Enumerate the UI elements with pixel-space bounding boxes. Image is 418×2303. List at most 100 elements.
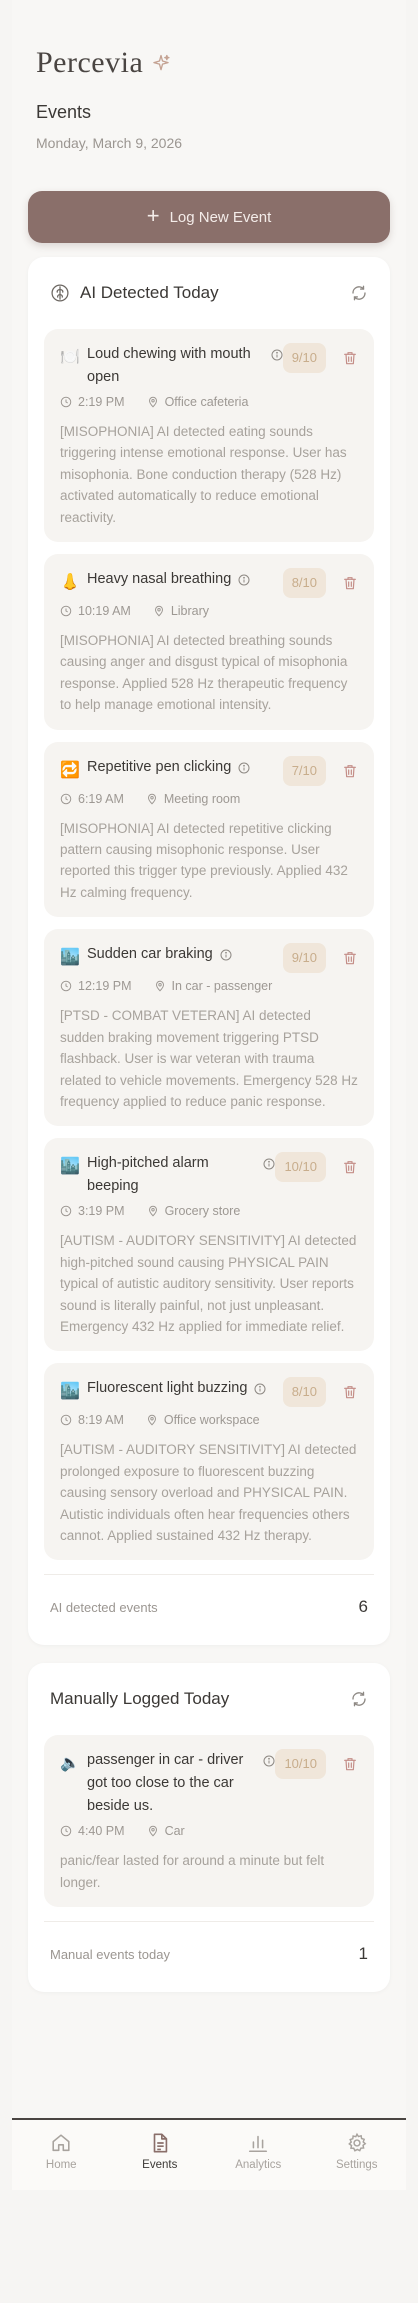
intensity-badge: 10/10 <box>275 1749 326 1780</box>
event-header: 🏙️ Fluorescent light buzzing 8/10 <box>60 1377 358 1408</box>
event-item[interactable]: 🏙️ High-pitched alarm beeping 10/10 3:19… <box>44 1138 374 1352</box>
nav-item-events[interactable]: Events <box>111 2120 210 2190</box>
event-description: [PTSD - COMBAT VETERAN] AI detected sudd… <box>60 1008 358 1109</box>
location-pin-icon <box>148 1206 157 1217</box>
event-location: In car - passenger <box>171 979 273 994</box>
event-location: Grocery store <box>164 1204 241 1219</box>
event-type-icon: 🏙️ <box>60 1158 80 1176</box>
location-pin-icon <box>148 1826 157 1837</box>
intensity-badge: 7/10 <box>282 755 326 786</box>
info-icon[interactable] <box>263 1755 275 1767</box>
gear-icon <box>347 2132 367 2152</box>
event-type-icon: 🔁 <box>60 761 80 779</box>
event-title: Sudden car braking <box>87 946 213 963</box>
clock-icon <box>60 396 72 408</box>
location-pin-icon <box>147 793 156 805</box>
page-title: Events <box>36 102 92 122</box>
location-pin-icon <box>147 1415 156 1426</box>
event-type-icon: 🍽️ <box>60 349 80 366</box>
event-title: Repetitive pen clicking <box>87 758 232 775</box>
event-time: 8:19 AM <box>78 1413 124 1428</box>
trash-icon[interactable] <box>342 1756 358 1772</box>
brain-icon <box>51 284 69 302</box>
nav-item-settings[interactable]: Settings <box>308 2120 407 2190</box>
event-item[interactable]: 🍽️ Loud chewing with mouth open 9/10 2:1… <box>44 329 374 543</box>
app-name: Percevia <box>36 46 144 79</box>
event-meta: 4:40 PM Car <box>60 1824 358 1838</box>
event-type-icon: 🏙️ <box>60 949 80 967</box>
event-time: 12:19 PM <box>78 979 132 994</box>
event-meta: 10:19 AM Library <box>60 604 358 618</box>
plus-icon: + <box>146 203 160 228</box>
event-title-wrap: 🏙️ Fluorescent light buzzing <box>60 1377 283 1401</box>
event-type-icon: 🏙️ <box>60 1383 80 1401</box>
event-item[interactable]: 🏙️ Fluorescent light buzzing 8/10 8:19 A… <box>44 1363 374 1561</box>
event-description: [AUTISM - AUDITORY SENSITIVITY] AI detec… <box>60 1442 357 1543</box>
trash-icon[interactable] <box>342 575 358 591</box>
event-title: Loud chewing with mouth open <box>87 346 251 385</box>
event-description: [AUTISM - AUDITORY SENSITIVITY] AI detec… <box>60 1233 357 1334</box>
event-item[interactable]: 🔁 Repetitive pen clicking 7/10 6:19 AM M… <box>44 741 374 918</box>
event-title: High-pitched alarm beeping <box>87 1155 209 1195</box>
trash-icon[interactable] <box>342 763 358 779</box>
event-description: [MISOPHONIA] AI detected breathing sound… <box>60 633 348 713</box>
log-new-event-button[interactable]: + Log New Event <box>28 191 390 243</box>
event-title: Heavy nasal breathing <box>87 571 232 588</box>
clock-icon <box>60 1206 72 1217</box>
nav-item-analytics[interactable]: Analytics <box>209 2120 308 2190</box>
event-meta: 8:19 AM Office workspace <box>60 1413 358 1427</box>
event-title-wrap: 🏙️ Sudden car braking <box>60 943 283 967</box>
info-icon[interactable] <box>238 762 250 774</box>
manual-events-label: Manual events today <box>50 1946 170 1962</box>
manual-card-header: Manually Logged Today <box>44 1689 374 1709</box>
ai-events-count: 6 <box>358 1597 368 1617</box>
event-description: [MISOPHONIA] AI detected repetitive clic… <box>60 820 348 900</box>
event-title-wrap: 👃 Heavy nasal breathing <box>60 568 283 592</box>
event-time: 6:19 AM <box>78 791 124 806</box>
refresh-icon[interactable] <box>350 1690 368 1708</box>
info-icon[interactable] <box>263 1158 275 1170</box>
event-title: Fluorescent light buzzing <box>87 1380 248 1397</box>
info-icon[interactable] <box>220 949 232 961</box>
nav-label: Settings <box>335 2159 378 2171</box>
event-title-wrap: 🔈 passenger in car - driver got too clos… <box>60 1749 275 1818</box>
sparkle-icon <box>153 54 170 71</box>
trash-icon[interactable] <box>342 950 358 966</box>
event-type-icon: 🔈 <box>60 1755 80 1773</box>
intensity-badge: 9/10 <box>282 943 326 974</box>
ai-detected-card: AI Detected Today 🍽️ Loud chewing with m… <box>28 257 390 1646</box>
trash-icon[interactable] <box>342 350 358 366</box>
event-title-wrap: 🏙️ High-pitched alarm beeping <box>60 1152 275 1198</box>
event-time: 3:19 PM <box>78 1204 125 1219</box>
event-item[interactable]: 🔈 passenger in car - driver got too clos… <box>44 1735 374 1908</box>
intensity-badge: 10/10 <box>275 1152 326 1183</box>
event-title-wrap: 🍽️ Loud chewing with mouth open <box>60 343 283 389</box>
document-icon <box>153 2133 167 2153</box>
manual-events-footer: Manual events today 1 <box>44 1921 374 1982</box>
intensity-badge: 8/10 <box>282 568 326 599</box>
event-time: 2:19 PM <box>78 395 125 409</box>
info-icon[interactable] <box>254 1383 266 1395</box>
refresh-icon[interactable] <box>350 284 368 302</box>
info-icon[interactable] <box>238 574 250 586</box>
clock-icon <box>60 793 72 804</box>
clock-icon <box>60 605 72 617</box>
trash-icon[interactable] <box>342 1384 358 1400</box>
event-item[interactable]: 👃 Heavy nasal breathing 8/10 10:19 AM Li… <box>44 554 374 730</box>
manual-section-title: Manually Logged Today <box>50 1689 230 1709</box>
event-location: Library <box>170 604 210 619</box>
event-location: Meeting room <box>163 791 241 806</box>
event-item[interactable]: 🏙️ Sudden car braking 9/10 12:19 PM In c… <box>44 929 374 1127</box>
info-icon[interactable] <box>271 349 283 361</box>
event-time: 4:40 PM <box>78 1824 125 1839</box>
log-new-event-label: Log New Event <box>169 208 272 226</box>
trash-icon[interactable] <box>342 1159 358 1175</box>
ai-events-label: AI detected events <box>50 1599 158 1615</box>
nav-label: Events <box>142 2159 178 2171</box>
location-pin-icon <box>155 981 164 992</box>
nav-label: Analytics <box>235 2159 282 2171</box>
page-date: Monday, March 9, 2026 <box>36 135 183 151</box>
nav-label: Home <box>45 2159 77 2171</box>
nav-item-home[interactable]: Home <box>12 2120 111 2190</box>
clock-icon <box>60 1415 72 1426</box>
